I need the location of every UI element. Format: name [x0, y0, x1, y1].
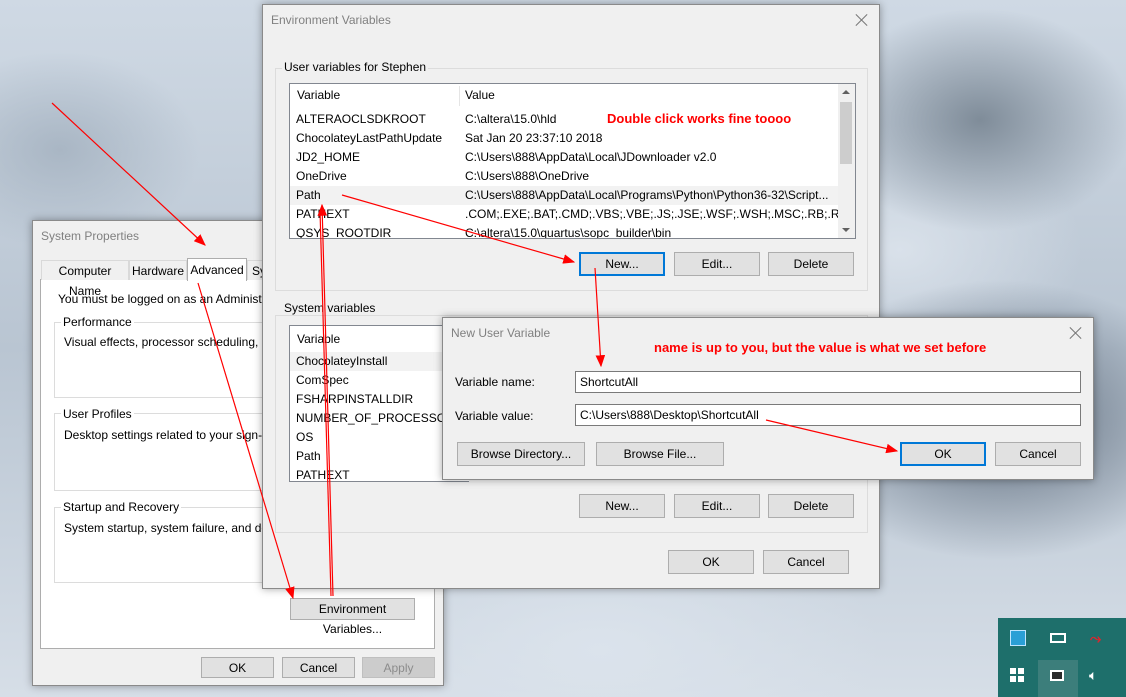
close-icon[interactable]	[1067, 324, 1085, 342]
user-list-header: Variable Value	[290, 84, 855, 106]
startup-recovery-text: System startup, system failure, and debu…	[64, 521, 264, 535]
user-profiles-label: User Profiles	[61, 407, 134, 421]
table-row[interactable]: JD2_HOME C:\Users\888\AppData\Local\JDown…	[290, 148, 838, 167]
environment-variables-title: Environment Variables	[271, 13, 391, 27]
new-var-ok-button[interactable]: OK	[900, 442, 986, 466]
user-variables-label: User variables for Stephen	[282, 60, 429, 74]
user-variables-list[interactable]: Variable Value ALTERAOCLSDKROOT C:\altera…	[289, 83, 856, 239]
browse-directory-button[interactable]: Browse Directory...	[457, 442, 585, 466]
annotation-name-note: name is up to you, but the value is what…	[654, 340, 987, 355]
annotation-double-click: Double click works fine toooo	[607, 111, 792, 126]
tab-computer-name[interactable]: Computer Name	[41, 260, 129, 298]
environment-variables-button[interactable]: Environment Variables...	[290, 598, 415, 636]
column-variable[interactable]: Variable	[297, 88, 340, 102]
environment-variables-window: Environment Variables User variables for…	[262, 4, 880, 589]
variable-value-field[interactable]: C:\Users\888\Desktop\ShortcutAll	[575, 404, 1081, 426]
variable-name-label: Variable name:	[455, 375, 535, 389]
user-delete-button[interactable]: Delete	[768, 252, 854, 276]
table-row[interactable]: QSYS_ROOTDIR C:\altera\15.0\quartus\sopc_…	[290, 224, 838, 238]
system-variables-label: System variables	[282, 301, 378, 315]
table-row[interactable]: OneDrive C:\Users\888\OneDrive	[290, 167, 838, 186]
system-tray-panel: ⤳ 🔈︎	[998, 618, 1126, 697]
env-cancel-button[interactable]: Cancel	[763, 550, 849, 574]
performance-label: Performance	[61, 315, 134, 329]
column-variable[interactable]: Variable	[297, 332, 340, 346]
performance-group	[54, 322, 269, 398]
browse-file-button[interactable]: Browse File...	[596, 442, 724, 466]
table-row[interactable]: ChocolateyLastPathUpdate Sat Jan 20 23:37…	[290, 129, 838, 148]
column-value[interactable]: Value	[465, 88, 495, 102]
windows-icon[interactable]	[1010, 668, 1024, 682]
volume-icon[interactable]: 🔈︎	[1089, 668, 1097, 682]
user-list-scrollbar[interactable]	[838, 84, 855, 238]
close-icon[interactable]	[853, 11, 871, 29]
scroll-down-icon[interactable]	[842, 228, 850, 232]
system-delete-button[interactable]: Delete	[768, 494, 854, 518]
display-icon[interactable]	[1050, 670, 1064, 681]
sysprop-ok-button[interactable]: OK	[201, 657, 274, 678]
network-icon[interactable]: ⤳	[1090, 631, 1106, 645]
env-ok-button[interactable]: OK	[668, 550, 754, 574]
sysprop-apply-button[interactable]: Apply	[362, 657, 435, 678]
startup-recovery-group	[54, 507, 269, 583]
user-profiles-text: Desktop settings related to your sign-in	[64, 428, 264, 442]
battery-icon[interactable]	[1050, 633, 1066, 643]
variable-value-label: Variable value:	[455, 409, 534, 423]
scroll-up-icon[interactable]	[842, 90, 850, 94]
new-var-cancel-button[interactable]: Cancel	[995, 442, 1081, 466]
performance-text: Visual effects, processor scheduling, me…	[64, 335, 264, 349]
scroll-thumb[interactable]	[840, 102, 852, 164]
startup-recovery-label: Startup and Recovery	[61, 500, 182, 514]
user-new-button[interactable]: New...	[579, 252, 665, 276]
system-new-button[interactable]: New...	[579, 494, 665, 518]
table-row-selected[interactable]: Path C:\Users\888\AppData\Local\Programs\…	[290, 186, 838, 205]
admin-note: You must be logged on as an Administrato…	[58, 292, 294, 306]
table-row[interactable]: PATHEXT .COM;.EXE;.BAT;.CMD;.VBS;.VBE;.JS…	[290, 205, 855, 224]
system-edit-button[interactable]: Edit...	[674, 494, 760, 518]
tab-advanced[interactable]: Advanced	[187, 258, 247, 281]
user-edit-button[interactable]: Edit...	[674, 252, 760, 276]
variable-name-field[interactable]: ShortcutAll	[575, 371, 1081, 393]
sysprop-cancel-button[interactable]: Cancel	[282, 657, 355, 678]
app-icon[interactable]	[1010, 630, 1026, 646]
user-profiles-group	[54, 413, 269, 491]
tab-hardware[interactable]: Hardware	[129, 260, 187, 280]
